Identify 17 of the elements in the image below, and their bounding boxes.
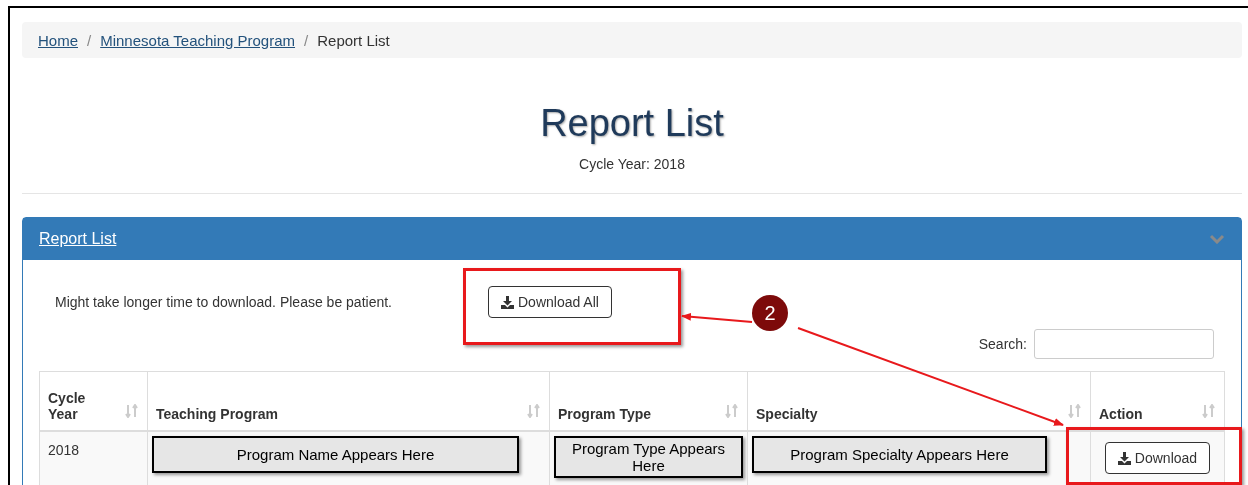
step-badge: 2 xyxy=(752,295,788,331)
panel-title-link[interactable]: Report List xyxy=(39,230,117,248)
breadcrumb-separator: / xyxy=(304,31,309,49)
download-note: Might take longer time to download. Please be patient. xyxy=(55,294,392,310)
breadcrumb-separator: / xyxy=(87,31,92,49)
breadcrumb-link[interactable]: Minnesota Teaching Program xyxy=(100,31,296,49)
search-label: Search: xyxy=(978,336,1027,352)
breadcrumb-current: Report List xyxy=(317,31,390,49)
placeholder-box: Program Name Appears Here xyxy=(152,436,519,473)
placeholder-box: Program Specialty Appears Here xyxy=(752,436,1047,473)
table-cell: 2018 xyxy=(48,442,80,458)
breadcrumb-link[interactable]: Home xyxy=(38,31,78,49)
placeholder-box: Program Type Appears Here xyxy=(554,436,743,478)
download-all-button[interactable]: Download All xyxy=(488,286,612,318)
page-title: Report List xyxy=(539,101,725,146)
cycle-year-label: Cycle Year: 2018 xyxy=(578,156,686,172)
download-button[interactable]: Download xyxy=(1104,442,1211,474)
